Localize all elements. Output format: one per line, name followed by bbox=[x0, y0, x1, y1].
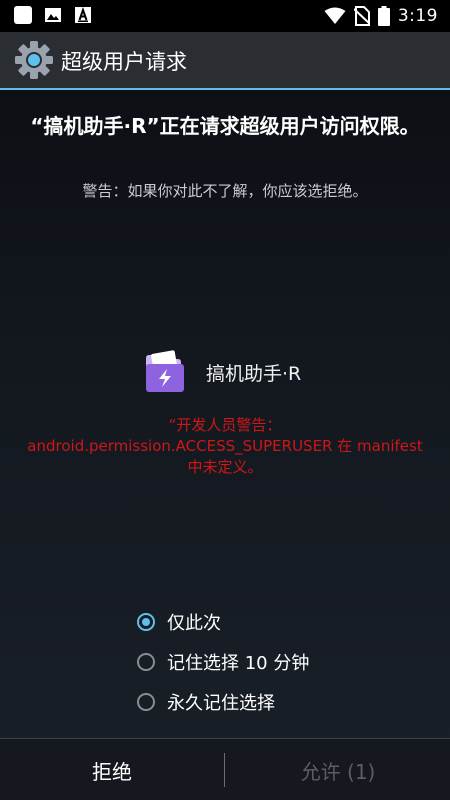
option-label: 记住选择 10 分钟 bbox=[167, 653, 310, 674]
requesting-app: 搞机助手·R bbox=[142, 350, 301, 394]
button-bar: 拒绝 允许 (1) bbox=[0, 738, 450, 800]
option-label: 永久记住选择 bbox=[167, 693, 275, 714]
option-once[interactable]: 仅此次 bbox=[137, 602, 309, 642]
title-bar: 超级用户请求 bbox=[0, 32, 450, 90]
option-label: 仅此次 bbox=[167, 613, 221, 634]
gear-icon bbox=[15, 41, 53, 79]
status-time: 3:19 bbox=[397, 6, 438, 26]
duration-options: 仅此次 记住选择 10 分钟 永久记住选择 bbox=[137, 602, 309, 722]
app-name: 搞机助手·R bbox=[206, 362, 302, 385]
radio-unselected-icon[interactable] bbox=[137, 693, 155, 711]
square-notification-icon bbox=[14, 6, 32, 24]
gaoji-app-icon bbox=[146, 350, 184, 392]
system-icons: 3:19 bbox=[324, 4, 438, 28]
image-notification-icon bbox=[45, 8, 61, 22]
wifi-icon bbox=[324, 7, 346, 24]
deny-button[interactable]: 拒绝 bbox=[0, 739, 224, 800]
request-headline: “搞机助手·R”正在请求超级用户访问权限。 bbox=[30, 114, 420, 138]
radio-unselected-icon[interactable] bbox=[137, 653, 155, 671]
screen: 3:19 超级用户请求 “搞机助手·R”正在请求超级用户访问权限。 警告：如果你… bbox=[0, 0, 450, 800]
option-remember-10-minutes[interactable]: 记住选择 10 分钟 bbox=[137, 642, 309, 682]
button-divider bbox=[224, 753, 225, 787]
radio-selected-icon[interactable] bbox=[137, 613, 155, 631]
option-remember-forever[interactable]: 永久记住选择 bbox=[137, 682, 309, 722]
title-bar-title: 超级用户请求 bbox=[61, 50, 187, 74]
no-sim-icon bbox=[353, 6, 370, 26]
battery-icon bbox=[377, 6, 390, 26]
notification-icons bbox=[13, 5, 93, 25]
allow-button[interactable]: 允许 (1) bbox=[226, 739, 450, 800]
request-warning: 警告：如果你对此不了解，你应该选拒绝。 bbox=[82, 182, 368, 200]
font-notification-icon bbox=[75, 6, 91, 23]
status-bar: 3:19 bbox=[0, 0, 450, 32]
developer-warning: “开发人员警告：android.permission.ACCESS_SUPERU… bbox=[27, 416, 423, 476]
